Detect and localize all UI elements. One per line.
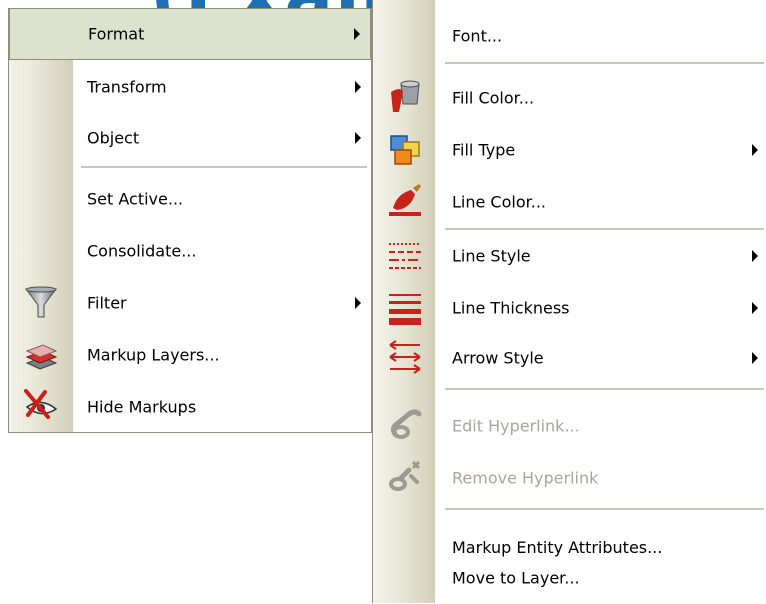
menu-item-line-style[interactable]: Line Style [373, 230, 766, 282]
submenu-arrow-icon [752, 250, 758, 262]
arrow-style-icon [389, 340, 421, 374]
funnel-icon [25, 286, 57, 318]
menu-item-label: Line Color... [452, 192, 546, 212]
menu-item-edit-hyperlink[interactable]: Edit Hyperlink... [373, 400, 766, 452]
menu-item-format[interactable]: Format [9, 8, 371, 60]
menu-item-label: Remove Hyperlink [452, 468, 599, 488]
menu-item-markup-entity-attributes[interactable]: Markup Entity Attributes... [373, 498, 766, 557]
fill-type-icon [390, 135, 420, 165]
menu-item-arrow-style[interactable]: Arrow Style [373, 332, 766, 384]
menu-item-move-to-layer[interactable]: Move to Layer... [373, 552, 766, 604]
menu-item-label: Line Thickness [452, 298, 570, 318]
menu-item-label: Transform [87, 77, 167, 97]
menu-item-label: Set Active... [87, 189, 184, 209]
menu-separator [445, 62, 764, 64]
menu-item-label: Edit Hyperlink... [452, 416, 580, 436]
menu-item-label: Object [87, 128, 140, 148]
menu-item-filter[interactable]: Filter [9, 277, 371, 329]
menu-item-label: Hide Markups [87, 397, 197, 417]
menu-item-hide-markups[interactable]: Hide Markups [9, 381, 371, 433]
line-thickness-icon [389, 294, 421, 325]
submenu-arrow-icon [354, 28, 360, 40]
submenu-arrow-icon [752, 352, 758, 364]
hidden-eye-icon [24, 389, 58, 419]
menu-item-remove-hyperlink[interactable]: Remove Hyperlink [373, 452, 766, 504]
menu-item-label: Move to Layer... [452, 568, 580, 588]
menu-item-markup-layers[interactable]: Markup Layers... [9, 329, 371, 381]
menu-item-line-thickness[interactable]: Line Thickness [373, 282, 766, 334]
submenu-arrow-icon [752, 302, 758, 314]
menu-separator [445, 388, 764, 390]
menu-item-font[interactable]: Font... [373, 10, 766, 62]
menu-item-label: Font... [452, 26, 503, 46]
layers-icon [25, 344, 58, 370]
menu-separator [81, 166, 367, 168]
paint-bucket-icon [391, 80, 420, 112]
submenu-arrow-icon [355, 81, 361, 93]
menu-item-label: Consolidate... [87, 241, 197, 261]
menu-item-label: Line Style [452, 246, 531, 266]
context-menu: Format Transform Object Set Active... Co… [8, 8, 372, 433]
menu-item-set-active[interactable]: Set Active... [9, 173, 371, 225]
menu-item-object[interactable]: Object [9, 112, 371, 164]
menu-item-label: Arrow Style [452, 348, 544, 368]
menu-item-transform[interactable]: Transform [9, 61, 371, 113]
format-submenu: Font... Fill Color... Fill Type Line Col… [372, 0, 766, 603]
broken-link-icon [389, 460, 421, 491]
submenu-arrow-icon [752, 144, 758, 156]
menu-item-label: Filter [87, 293, 127, 313]
menu-item-label: Format [88, 24, 145, 44]
menu-item-fill-type[interactable]: Fill Type [373, 124, 766, 176]
hyperlink-icon [390, 409, 422, 439]
brush-icon [389, 184, 421, 216]
submenu-arrow-icon [355, 132, 361, 144]
submenu-arrow-icon [355, 297, 361, 309]
menu-item-label: Fill Color... [452, 88, 535, 108]
menu-item-fill-color[interactable]: Fill Color... [373, 72, 766, 124]
menu-item-label: Fill Type [452, 140, 516, 160]
menu-item-label: Markup Layers... [87, 345, 220, 365]
menu-item-line-color[interactable]: Line Color... [373, 176, 766, 228]
menu-item-consolidate[interactable]: Consolidate... [9, 225, 371, 277]
line-style-icon [389, 243, 421, 269]
